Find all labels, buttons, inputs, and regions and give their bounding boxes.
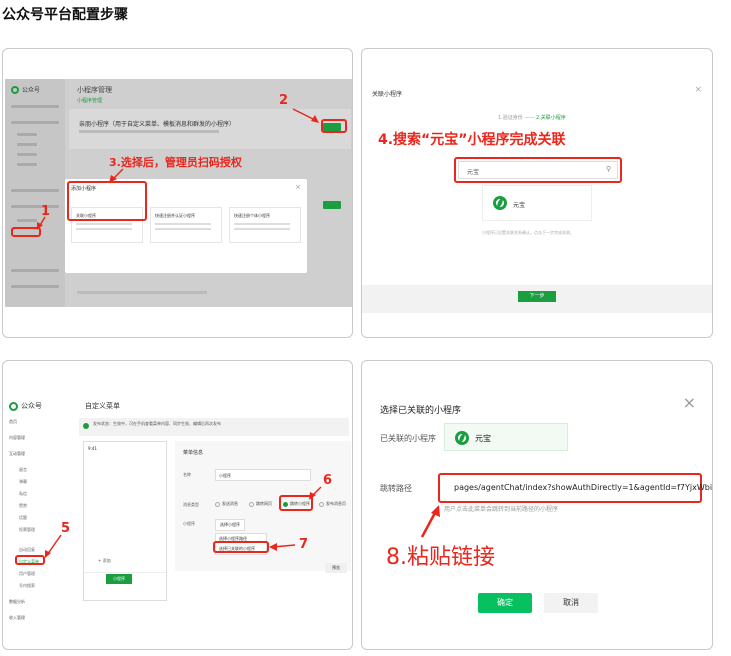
step-card-4: 选择已关联的小程序 × 已关联的小程序 元宝 跳转路径 pages/agentC… (361, 360, 713, 650)
annotation-arrows (37, 108, 319, 230)
highlight-search (454, 157, 622, 183)
annotation-arrows (45, 486, 322, 558)
yuanbao-logo-icon (493, 196, 507, 210)
step-indicator: 1.验证身份 —— 2.关联小程序 (498, 114, 566, 121)
annotation-arrow (420, 505, 440, 538)
annotation-step-4: 4.搜索“元宝”小程序完成关联 (378, 132, 566, 148)
hint-text: 小程序已设置关联关系确认，点击下一步完成关联。 (482, 230, 574, 235)
cancel-button[interactable]: 取消 (544, 593, 598, 613)
step-card-1: 公众号 小程序管理 小程序管理 亲朋小程序（用于自定义菜单、模板消息和群发的小程… (2, 48, 353, 338)
step-separator: —— (524, 115, 535, 121)
step-card-2: 关联小程序 × 1.验证身份 —— 2.关联小程序 4.搜索“元宝”小程序完成关… (361, 48, 713, 338)
next-button[interactable]: 下一步 (518, 291, 556, 302)
dialog-footer: 下一步 (362, 285, 712, 313)
step-link: 2.关联小程序 (535, 115, 566, 121)
search-result-item[interactable]: 元宝 (482, 185, 592, 221)
close-icon[interactable]: × (694, 85, 702, 95)
dialog-title: 关联小程序 (372, 91, 403, 98)
result-name: 元宝 (513, 202, 526, 209)
step-card-3: 公众号 首页 内容管理 互动管理 留言 弹幕 私信 赞赏 话题 投票管理 自动回… (2, 360, 353, 650)
page-title: 公众号平台配置步骤 (2, 7, 128, 23)
step-verify: 1.验证身份 (498, 115, 523, 121)
confirm-button[interactable]: 确定 (478, 593, 532, 613)
